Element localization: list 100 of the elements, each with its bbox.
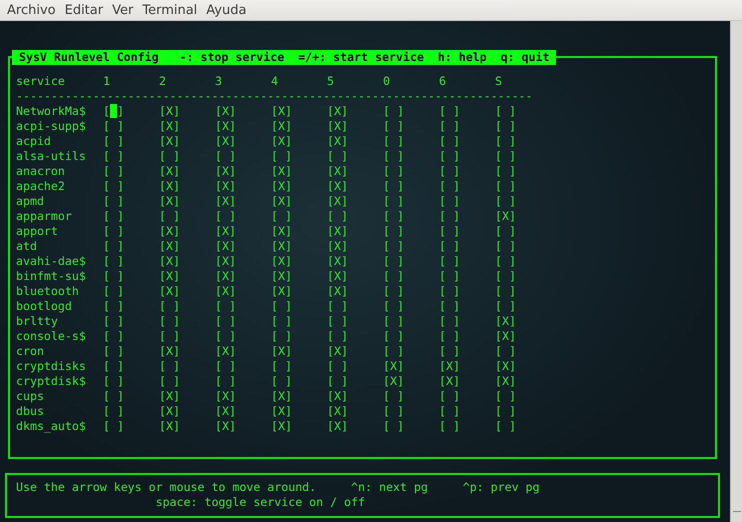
runlevel-checkbox[interactable]: [X] bbox=[327, 179, 383, 194]
runlevel-checkbox[interactable]: [ ] bbox=[103, 404, 159, 419]
runlevel-checkbox[interactable]: [ ] bbox=[383, 344, 439, 359]
runlevel-checkbox[interactable]: [ ] bbox=[383, 119, 439, 134]
runlevel-checkbox[interactable]: [ ] bbox=[439, 194, 495, 209]
runlevel-checkbox[interactable]: [ ] bbox=[439, 284, 495, 299]
runlevel-checkbox[interactable]: [ ] bbox=[103, 149, 159, 164]
runlevel-checkbox[interactable]: [X] bbox=[271, 179, 327, 194]
runlevel-checkbox[interactable]: [X] bbox=[439, 359, 495, 374]
runlevel-checkbox[interactable]: [X] bbox=[327, 194, 383, 209]
runlevel-checkbox[interactable]: [ ] bbox=[327, 359, 383, 374]
runlevel-checkbox[interactable]: [X] bbox=[383, 374, 439, 389]
runlevel-checkbox[interactable]: [ ] bbox=[495, 254, 551, 269]
runlevel-checkbox[interactable]: [ ] bbox=[495, 389, 551, 404]
runlevel-checkbox[interactable]: [ ] bbox=[383, 149, 439, 164]
runlevel-checkbox[interactable]: [X] bbox=[327, 344, 383, 359]
runlevel-checkbox[interactable]: [X] bbox=[271, 284, 327, 299]
runlevel-checkbox[interactable]: [ ] bbox=[215, 209, 271, 224]
runlevel-checkbox[interactable]: [ ] bbox=[271, 329, 327, 344]
runlevel-checkbox[interactable]: [ ] bbox=[271, 359, 327, 374]
runlevel-checkbox[interactable]: [ ] bbox=[103, 224, 159, 239]
runlevel-checkbox[interactable]: [ ] bbox=[103, 389, 159, 404]
runlevel-checkbox[interactable]: [X] bbox=[271, 269, 327, 284]
runlevel-checkbox[interactable]: [ ] bbox=[439, 149, 495, 164]
runlevel-checkbox[interactable]: [ ] bbox=[383, 179, 439, 194]
runlevel-checkbox[interactable]: [X] bbox=[271, 224, 327, 239]
runlevel-checkbox[interactable]: [ ] bbox=[103, 329, 159, 344]
runlevel-checkbox[interactable]: [ ] bbox=[383, 209, 439, 224]
runlevel-checkbox[interactable]: [ ] bbox=[103, 119, 159, 134]
runlevel-checkbox[interactable]: [ ] bbox=[383, 269, 439, 284]
runlevel-checkbox[interactable]: [ ] bbox=[495, 299, 551, 314]
runlevel-checkbox[interactable]: [ ] bbox=[383, 314, 439, 329]
runlevel-checkbox[interactable]: [ ] bbox=[439, 119, 495, 134]
runlevel-checkbox[interactable]: [X] bbox=[159, 344, 215, 359]
runlevel-checkbox[interactable]: [X] bbox=[383, 359, 439, 374]
runlevel-checkbox[interactable]: [ ] bbox=[495, 239, 551, 254]
runlevel-checkbox[interactable]: [ ] bbox=[439, 419, 495, 434]
runlevel-checkbox[interactable]: [ ] bbox=[271, 374, 327, 389]
runlevel-checkbox[interactable]: [X] bbox=[159, 239, 215, 254]
runlevel-checkbox[interactable]: [ ] bbox=[327, 299, 383, 314]
runlevel-checkbox[interactable]: [X] bbox=[271, 119, 327, 134]
runlevel-checkbox[interactable]: [ ] bbox=[215, 329, 271, 344]
menu-item[interactable]: Editar bbox=[60, 2, 108, 18]
runlevel-checkbox[interactable]: [ ] bbox=[439, 224, 495, 239]
runlevel-checkbox[interactable]: [ ] bbox=[327, 329, 383, 344]
runlevel-checkbox[interactable]: [ ] bbox=[103, 299, 159, 314]
runlevel-checkbox[interactable]: [ ] bbox=[439, 254, 495, 269]
runlevel-checkbox[interactable]: [ ] bbox=[383, 254, 439, 269]
runlevel-checkbox[interactable]: [ ] bbox=[495, 194, 551, 209]
runlevel-checkbox[interactable]: [ ] bbox=[215, 359, 271, 374]
runlevel-checkbox[interactable]: [ ] bbox=[383, 329, 439, 344]
runlevel-checkbox[interactable]: [X] bbox=[159, 284, 215, 299]
runlevel-checkbox[interactable]: [X] bbox=[215, 224, 271, 239]
runlevel-checkbox[interactable]: [ ] bbox=[439, 389, 495, 404]
runlevel-checkbox[interactable]: [X] bbox=[327, 164, 383, 179]
runlevel-checkbox[interactable]: [X] bbox=[159, 269, 215, 284]
runlevel-checkbox[interactable]: [ ] bbox=[383, 299, 439, 314]
runlevel-checkbox[interactable]: [ ] bbox=[495, 119, 551, 134]
runlevel-checkbox[interactable]: [X] bbox=[271, 194, 327, 209]
runlevel-checkbox[interactable]: [ ] bbox=[103, 269, 159, 284]
runlevel-checkbox[interactable]: [ ] bbox=[495, 404, 551, 419]
runlevel-checkbox[interactable]: [ ] bbox=[383, 284, 439, 299]
runlevel-checkbox[interactable]: [X] bbox=[159, 254, 215, 269]
runlevel-checkbox[interactable]: [X] bbox=[215, 389, 271, 404]
runlevel-checkbox[interactable]: [X] bbox=[327, 284, 383, 299]
runlevel-checkbox[interactable]: [X] bbox=[215, 254, 271, 269]
runlevel-checkbox[interactable]: [ ] bbox=[439, 134, 495, 149]
runlevel-checkbox[interactable]: [X] bbox=[215, 179, 271, 194]
runlevel-checkbox[interactable]: [ ] bbox=[159, 209, 215, 224]
runlevel-checkbox[interactable]: [ ] bbox=[495, 284, 551, 299]
runlevel-checkbox[interactable]: [X] bbox=[327, 119, 383, 134]
runlevel-checkbox[interactable]: [ ] bbox=[271, 299, 327, 314]
runlevel-checkbox[interactable]: [X] bbox=[159, 179, 215, 194]
runlevel-checkbox[interactable]: [ ] bbox=[103, 419, 159, 434]
runlevel-checkbox[interactable]: [X] bbox=[327, 404, 383, 419]
runlevel-checkbox[interactable]: [ ] bbox=[495, 269, 551, 284]
runlevel-checkbox[interactable]: [ ] bbox=[383, 134, 439, 149]
runlevel-checkbox[interactable]: [X] bbox=[159, 389, 215, 404]
runlevel-checkbox[interactable]: [ ] bbox=[383, 239, 439, 254]
runlevel-checkbox[interactable]: [ ] bbox=[103, 359, 159, 374]
runlevel-checkbox[interactable]: [X] bbox=[271, 344, 327, 359]
runlevel-checkbox[interactable]: [ ] bbox=[103, 284, 159, 299]
runlevel-checkbox[interactable]: [ ] bbox=[495, 164, 551, 179]
runlevel-checkbox[interactable]: [ ] bbox=[383, 404, 439, 419]
runlevel-checkbox[interactable]: [ ] bbox=[103, 194, 159, 209]
runlevel-checkbox[interactable]: [ ] bbox=[439, 239, 495, 254]
runlevel-checkbox[interactable]: [X] bbox=[271, 404, 327, 419]
runlevel-checkbox[interactable]: [X] bbox=[159, 404, 215, 419]
runlevel-checkbox[interactable]: [X] bbox=[215, 194, 271, 209]
runlevel-checkbox[interactable]: [ ] bbox=[103, 134, 159, 149]
runlevel-checkbox[interactable]: [ ] bbox=[383, 419, 439, 434]
runlevel-checkbox[interactable]: [ ] bbox=[327, 314, 383, 329]
runlevel-checkbox[interactable]: [ ] bbox=[271, 149, 327, 164]
runlevel-checkbox[interactable]: [ ] bbox=[159, 359, 215, 374]
runlevel-checkbox[interactable]: [ ] bbox=[103, 179, 159, 194]
scrollbar[interactable] bbox=[730, 21, 742, 522]
runlevel-checkbox[interactable]: [X] bbox=[215, 344, 271, 359]
runlevel-checkbox[interactable]: [X] bbox=[159, 134, 215, 149]
runlevel-checkbox[interactable]: [ ] bbox=[271, 314, 327, 329]
runlevel-checkbox[interactable]: [ ] bbox=[439, 299, 495, 314]
